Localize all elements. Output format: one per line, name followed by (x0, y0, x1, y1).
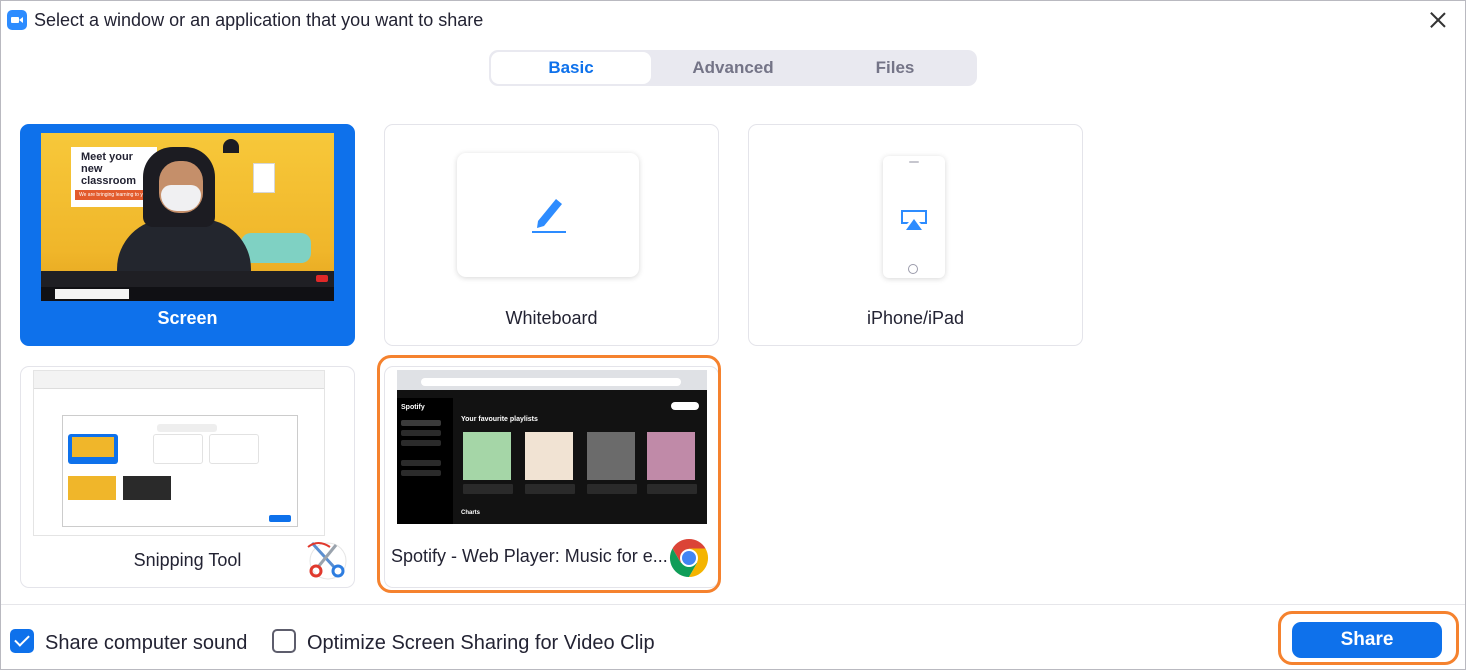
tile-label-screen: Screen (157, 308, 218, 328)
zoom-app-icon (7, 10, 27, 30)
title-bar: Select a window or an application that y… (1, 1, 1465, 41)
tile-label-whiteboard: Whiteboard (505, 308, 598, 328)
thumbnail-headline: Meet your new classroom (81, 151, 137, 187)
tab-files[interactable]: Files (815, 52, 975, 84)
chrome-app-icon (668, 537, 710, 579)
snipping-tool-app-icon (307, 541, 347, 580)
spotify-heading: Your favourite playlists (461, 416, 538, 423)
tab-basic[interactable]: Basic (491, 52, 651, 84)
snipping-tool-thumbnail (33, 370, 325, 536)
spotify-section-title: Charts (461, 510, 481, 516)
phone-device-icon (883, 156, 945, 278)
optimize-video-clip-label: Optimize Screen Sharing for Video Clip (307, 632, 655, 654)
airplay-icon (901, 210, 927, 230)
share-options-footer: Share computer sound Optimize Screen Sha… (1, 604, 1465, 670)
share-screen-dialog: Select a window or an application that y… (0, 0, 1466, 670)
share-tile-whiteboard[interactable]: Whiteboard (384, 124, 719, 346)
whiteboard-card (457, 153, 639, 277)
optimize-video-clip-checkbox[interactable] (272, 629, 296, 653)
share-tile-iphone-ipad[interactable]: iPhone/iPad (748, 124, 1083, 346)
spotify-thumbnail: Spotify Your favourite playlists Charts (397, 370, 707, 536)
pen-icon (532, 199, 566, 233)
share-button[interactable]: Share (1292, 622, 1442, 658)
tile-label-iphone: iPhone/iPad (866, 308, 965, 328)
share-computer-sound-label: Share computer sound (45, 632, 248, 654)
screen-thumbnail: Meet your new classroom We are bringing … (41, 133, 334, 301)
dialog-title: Select a window or an application that y… (34, 10, 484, 30)
share-tile-spotify-chrome[interactable]: Spotify Your favourite playlists Charts … (384, 366, 719, 588)
share-tile-snipping-tool[interactable]: Snipping Tool (20, 366, 355, 588)
share-tabs: Basic Advanced Files (489, 50, 977, 86)
share-tile-screen[interactable]: Meet your new classroom We are bringing … (20, 124, 355, 346)
close-icon[interactable] (1427, 9, 1449, 31)
tab-advanced[interactable]: Advanced (653, 52, 813, 84)
share-computer-sound-checkbox[interactable] (10, 629, 34, 653)
spotify-logo-text: Spotify (401, 404, 425, 411)
